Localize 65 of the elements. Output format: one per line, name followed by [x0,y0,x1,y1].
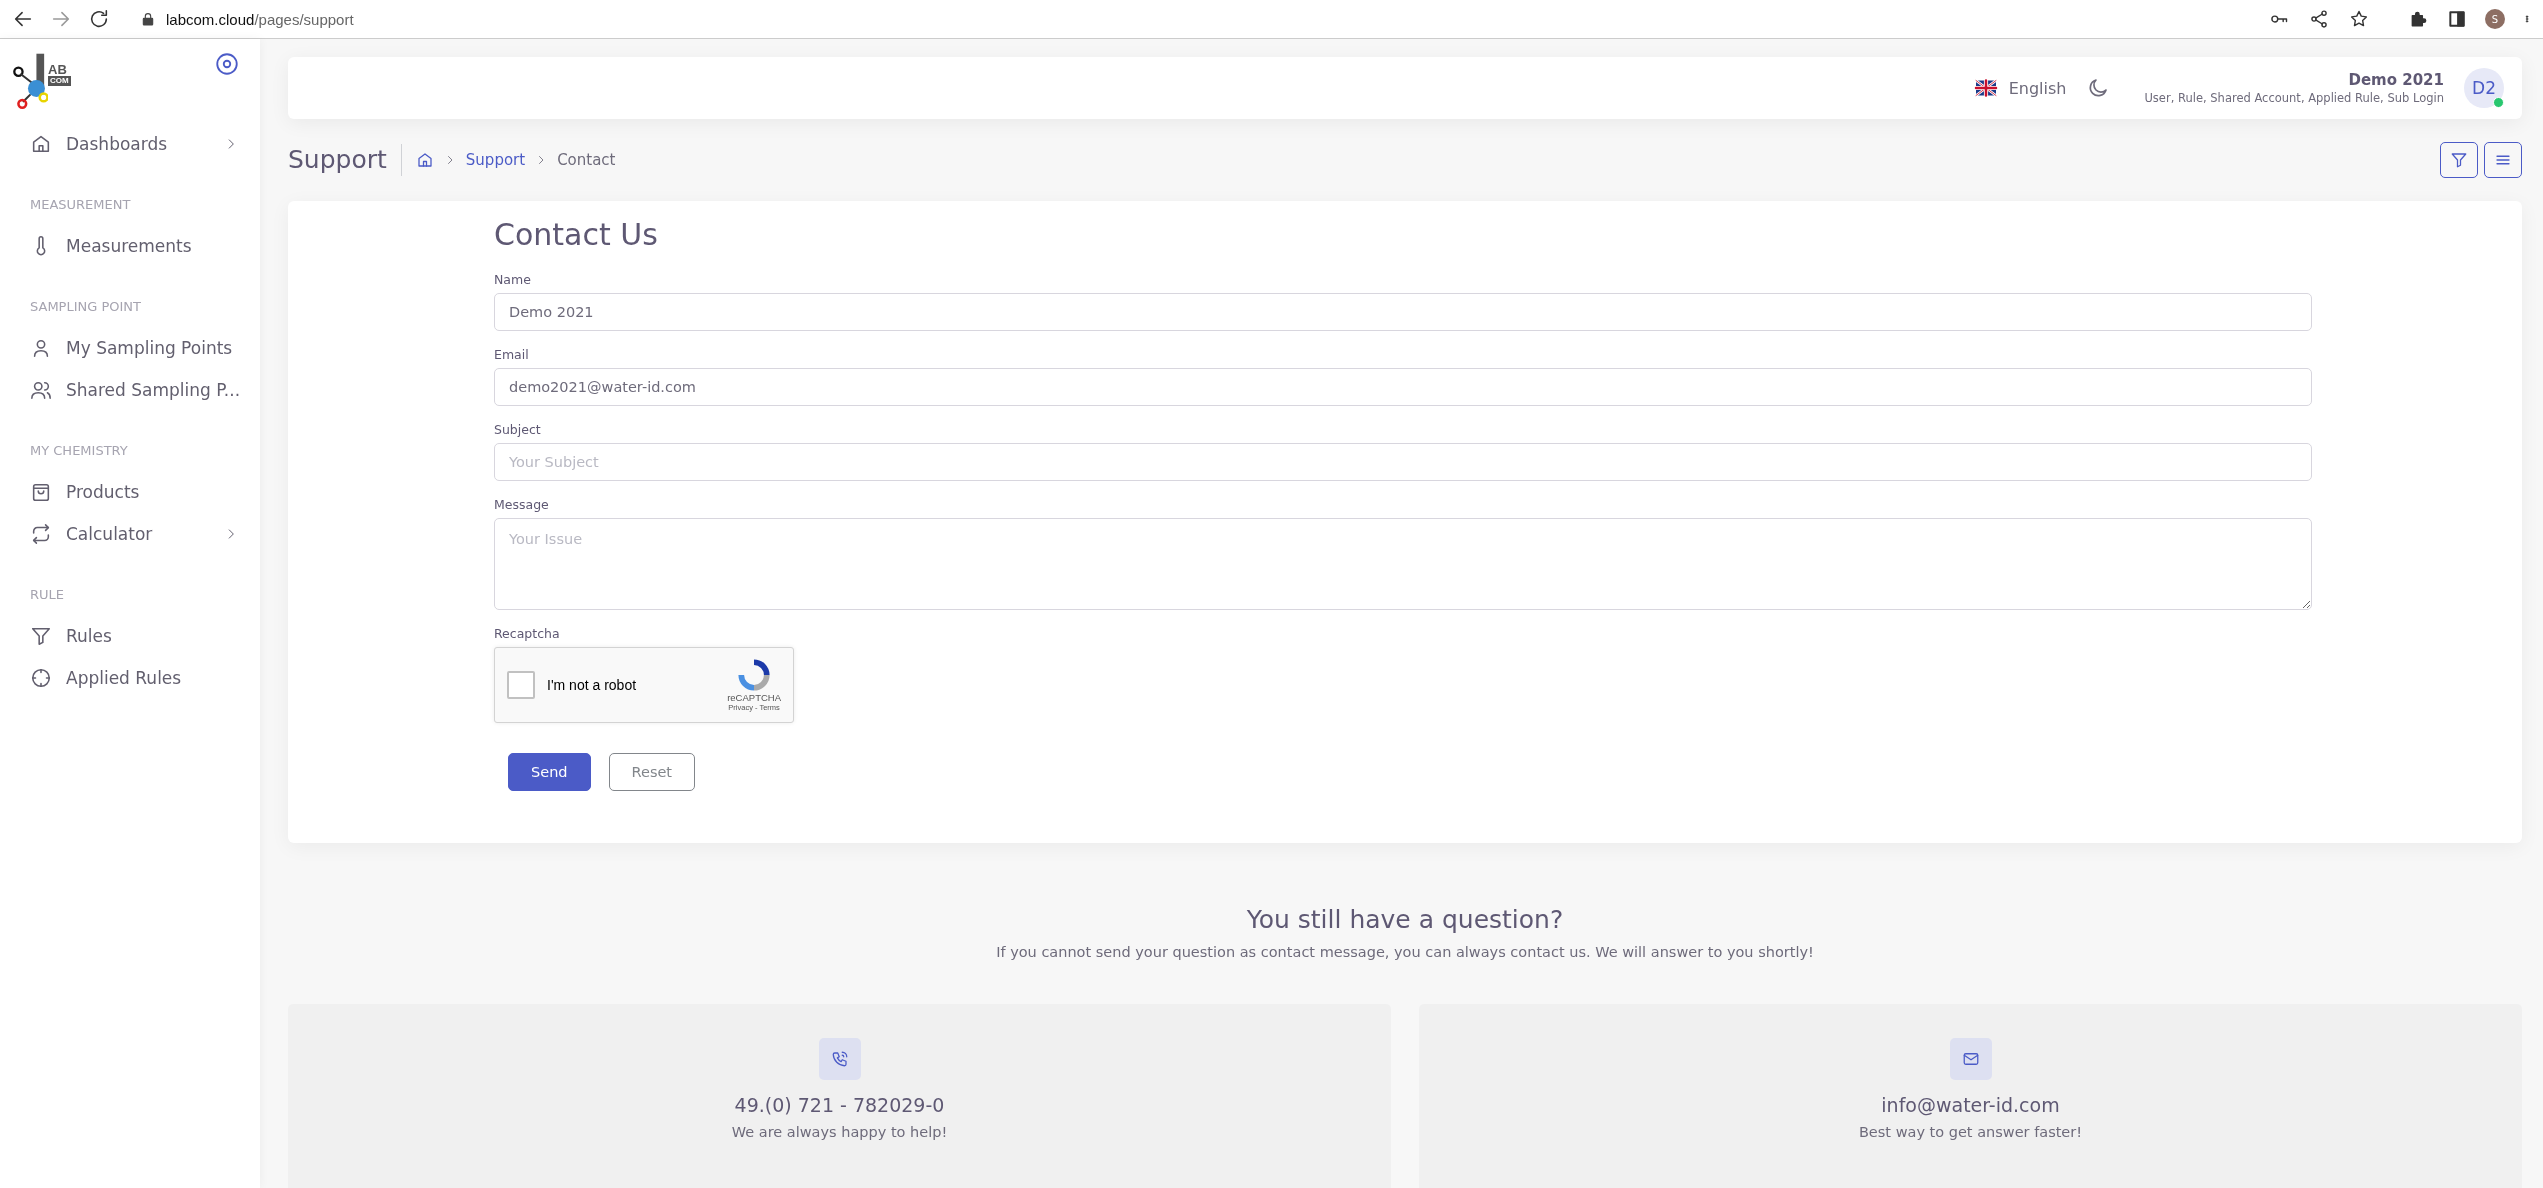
home-icon[interactable] [415,151,434,169]
field-label: Subject [494,422,542,437]
logo-text: COM [48,76,71,86]
sidebar-item[interactable]: Measurements [0,225,260,267]
user-roles: User, Rule, Shared Account, Applied Rule, Sub Login [2144,91,2444,105]
user-avatar[interactable]: D2 [2464,68,2504,108]
section-title: You still have a question? [1245,905,1565,934]
field-label: Email [494,347,530,362]
puzzle-icon[interactable] [2409,9,2429,29]
home-icon [30,133,52,155]
section-heading: SAMPLING POINT [29,299,143,314]
flag-icon [1972,78,1999,98]
input-field[interactable]: demo2021@water-id.com [494,368,2312,406]
phone-icon [830,1050,849,1068]
contact-note: We are always happy to help! [731,1124,948,1140]
crosshair-icon [30,667,52,689]
users-icon [30,379,52,401]
language-selector[interactable]: English [1972,78,2067,98]
page-title: Support [288,144,402,176]
profile-avatar[interactable]: S [2485,9,2505,29]
captcha-checkbox[interactable] [507,671,535,699]
captcha-brand: reCAPTCHA [727,692,781,703]
mail-icon [1961,1050,1980,1068]
field-label: Message [494,497,550,512]
menu-button[interactable] [2484,142,2522,178]
sidebar-item[interactable]: Products [0,471,260,513]
section-heading: MY CHEMISTRY [29,443,129,458]
sidebar-item[interactable]: Applied Rules [0,657,260,699]
contact-value: 49.(0) 721 - 782029-0 [734,1094,945,1116]
lock-icon [140,11,156,27]
sidebar-item[interactable]: My Sampling Points [0,327,260,369]
reload-icon[interactable] [88,8,110,30]
reset-button[interactable]: Reset [608,753,696,791]
section-text: If you cannot send your question as contact message, you can always contact us. We will answer to you shortly! [995,944,1815,960]
recaptcha-logo-icon [737,658,772,692]
share-icon[interactable] [2309,9,2329,29]
breadcrumb-link[interactable]: Support [465,151,526,169]
repeat-icon [30,523,52,545]
contact-note: Best way to get answer faster! [1858,1124,2083,1140]
message-field[interactable]: Your Issue [494,518,2312,610]
shopping-bag-icon [30,481,52,503]
contact-value: info@water-id.com [1881,1094,2060,1116]
field-label: Recaptcha [494,626,561,641]
filter-button[interactable] [2440,142,2478,178]
form-title: Contact Us [494,217,659,252]
section-heading: RULE [29,587,65,602]
breadcrumb-current: Contact [557,151,616,169]
captcha-label: I'm not a robot [547,677,638,693]
input-field[interactable]: Demo 2021 [494,293,2312,331]
sidebar-item[interactable]: Dashboards [0,123,260,165]
star-icon[interactable] [2349,9,2369,29]
filter-icon [2450,151,2468,169]
send-button[interactable]: Send [508,753,591,791]
logo-text: AB [48,63,67,76]
user-name: Demo 2021 [2347,71,2444,89]
field-label: Name [494,272,532,287]
sidebar-item[interactable]: Rules [0,615,260,657]
section-heading: MEASUREMENT [29,197,132,212]
sidebar-item[interactable]: Shared Sampling P... [0,369,260,411]
collapse-toggle-icon[interactable] [214,51,240,77]
url-text: labcom.cloud/pages/support [166,10,355,28]
sidebar-item[interactable]: Calculator [0,513,260,555]
input-field[interactable]: Your Subject [494,443,2312,481]
filter-icon [30,625,52,647]
sidebar-panel-icon[interactable] [2447,9,2467,29]
